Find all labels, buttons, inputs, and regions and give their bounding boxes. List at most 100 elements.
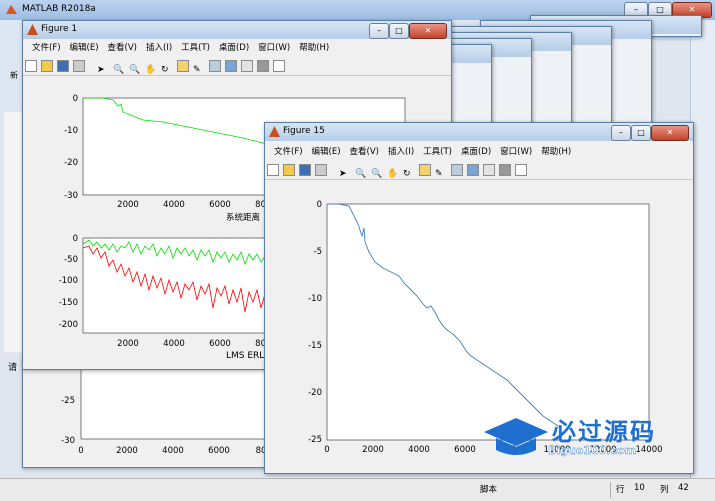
x-tick-label: 2000	[362, 445, 384, 455]
figure-icon	[269, 126, 280, 137]
watermark-text: 必过源码	[552, 418, 656, 446]
y-tick-label: -10	[308, 294, 322, 304]
menu-insert[interactable]: 插入(I)	[388, 144, 414, 160]
menu-desktop[interactable]: 桌面(D)	[461, 144, 491, 160]
status-col-value: 42	[678, 483, 689, 493]
watermark-subtext: Biguo100.com	[548, 444, 637, 457]
x-tick-label: 2000	[116, 446, 138, 456]
show-tools-icon[interactable]	[515, 164, 527, 176]
link-plot-icon[interactable]	[451, 164, 463, 176]
ribbon-left-strip	[0, 20, 24, 110]
status-bar: 脚本 行 10 列 42	[0, 478, 715, 501]
close-button[interactable]: ✕	[409, 23, 447, 39]
figure-15-menubar: 文件(F) 编辑(E) 查看(V) 插入(I) 工具(T) 桌面(D) 窗口(W) 帮助(H)	[265, 144, 693, 160]
y-tick-label: -15	[308, 341, 322, 351]
figure-15-title: Figure 15	[283, 126, 325, 136]
x-tick-label: 2000	[117, 200, 139, 210]
y-tick-label: 0	[73, 234, 78, 244]
figure-1-titlebar: Figure 1 – □ ✕	[23, 21, 451, 39]
y-tick-label: -25	[308, 435, 322, 445]
colorbar-icon[interactable]	[467, 164, 479, 176]
y-tick-label: -100	[59, 276, 78, 286]
minimize-button[interactable]: –	[369, 23, 389, 39]
x-tick-label: 4000	[408, 445, 430, 455]
save-icon[interactable]	[299, 164, 311, 176]
divider	[610, 482, 611, 498]
menu-edit[interactable]: 编辑(E)	[70, 40, 99, 56]
hide-tools-icon[interactable]	[499, 164, 511, 176]
y-tick-label: -20	[64, 158, 78, 168]
menu-help[interactable]: 帮助(H)	[299, 40, 329, 56]
y-tick-label: -200	[59, 320, 78, 330]
open-icon[interactable]	[41, 60, 53, 72]
menu-tools[interactable]: 工具(T)	[181, 40, 210, 56]
ribbon-new-label[interactable]: 新	[10, 70, 18, 81]
behind-plot: -25 -30 0 2000 4000 6000 80	[61, 356, 274, 456]
menu-file[interactable]: 文件(F)	[274, 144, 303, 160]
hide-tools-icon[interactable]	[257, 60, 269, 72]
background-figure-window: -25 -30 0 2000 4000 6000 80	[22, 356, 274, 468]
save-icon[interactable]	[57, 60, 69, 72]
link-plot-icon[interactable]	[209, 60, 221, 72]
status-col-label: 列	[660, 485, 669, 495]
figure-1-title: Figure 1	[41, 24, 78, 34]
menu-view[interactable]: 查看(V)	[108, 40, 137, 56]
y-tick-label: -25	[61, 396, 75, 406]
x-tick-label: 6000	[209, 200, 231, 210]
x-tick-label: 0	[78, 446, 83, 456]
matlab-title: MATLAB R2018a	[22, 4, 96, 14]
minimize-button[interactable]: –	[611, 125, 631, 141]
legend-icon[interactable]	[241, 60, 253, 72]
legend-icon[interactable]	[483, 164, 495, 176]
y-tick-label: 0	[73, 94, 78, 104]
x-tick-label: 4000	[163, 200, 185, 210]
y-tick-label: -50	[64, 255, 78, 265]
menu-view[interactable]: 查看(V)	[350, 144, 379, 160]
figure-15-toolbar: ➤ 🔍 🔍 ✋ ↻ ✎	[265, 161, 693, 180]
y-tick-label: -30	[61, 436, 75, 446]
maximize-button[interactable]: □	[389, 23, 409, 39]
figure-15-titlebar: Figure 15 – □ ✕	[265, 123, 693, 141]
matlab-logo-icon	[5, 3, 18, 16]
status-row-label: 行	[616, 485, 625, 495]
watermark: 必过源码 Biguo100.com	[482, 410, 692, 468]
x-tick-label: 6000	[454, 445, 476, 455]
figure-icon	[27, 24, 38, 35]
figure-1-toolbar: ➤ 🔍 🔍 ✋ ↻ ✎	[23, 57, 451, 76]
data-cursor-icon[interactable]	[177, 60, 189, 72]
open-icon[interactable]	[283, 164, 295, 176]
maximize-button[interactable]: □	[631, 125, 651, 141]
figure-1-menubar: 文件(F) 编辑(E) 查看(V) 插入(I) 工具(T) 桌面(D) 窗口(W) 帮助(H)	[23, 40, 451, 56]
graduation-cap-icon	[484, 418, 548, 446]
y-tick-label: -30	[64, 191, 78, 201]
menu-edit[interactable]: 编辑(E)	[312, 144, 341, 160]
menu-insert[interactable]: 插入(I)	[146, 40, 172, 56]
new-icon[interactable]	[25, 60, 37, 72]
command-window-label: 请	[8, 363, 18, 373]
print-icon[interactable]	[73, 60, 85, 72]
close-button[interactable]: ✕	[651, 125, 689, 141]
x-axis-label: 系统距离	[226, 212, 260, 223]
x-tick-label: 4000	[163, 339, 185, 349]
menu-window[interactable]: 窗口(W)	[258, 40, 290, 56]
y-tick-label: -20	[308, 388, 322, 398]
x-tick-label: 0	[324, 445, 329, 455]
menu-tools[interactable]: 工具(T)	[423, 144, 452, 160]
x-tick-label: 4000	[162, 446, 184, 456]
y-tick-label: 0	[317, 200, 322, 210]
status-row-value: 10	[634, 483, 645, 493]
show-tools-icon[interactable]	[273, 60, 285, 72]
status-script: 脚本	[480, 485, 498, 495]
colorbar-icon[interactable]	[225, 60, 237, 72]
y-tick-label: -150	[59, 298, 78, 308]
current-folder-strip	[4, 112, 23, 352]
menu-file[interactable]: 文件(F)	[32, 40, 61, 56]
menu-help[interactable]: 帮助(H)	[541, 144, 571, 160]
y-tick-label: -5	[314, 247, 322, 257]
menu-desktop[interactable]: 桌面(D)	[219, 40, 249, 56]
print-icon[interactable]	[315, 164, 327, 176]
data-cursor-icon[interactable]	[419, 164, 431, 176]
x-tick-label: 2000	[117, 339, 139, 349]
menu-window[interactable]: 窗口(W)	[500, 144, 532, 160]
new-icon[interactable]	[267, 164, 279, 176]
